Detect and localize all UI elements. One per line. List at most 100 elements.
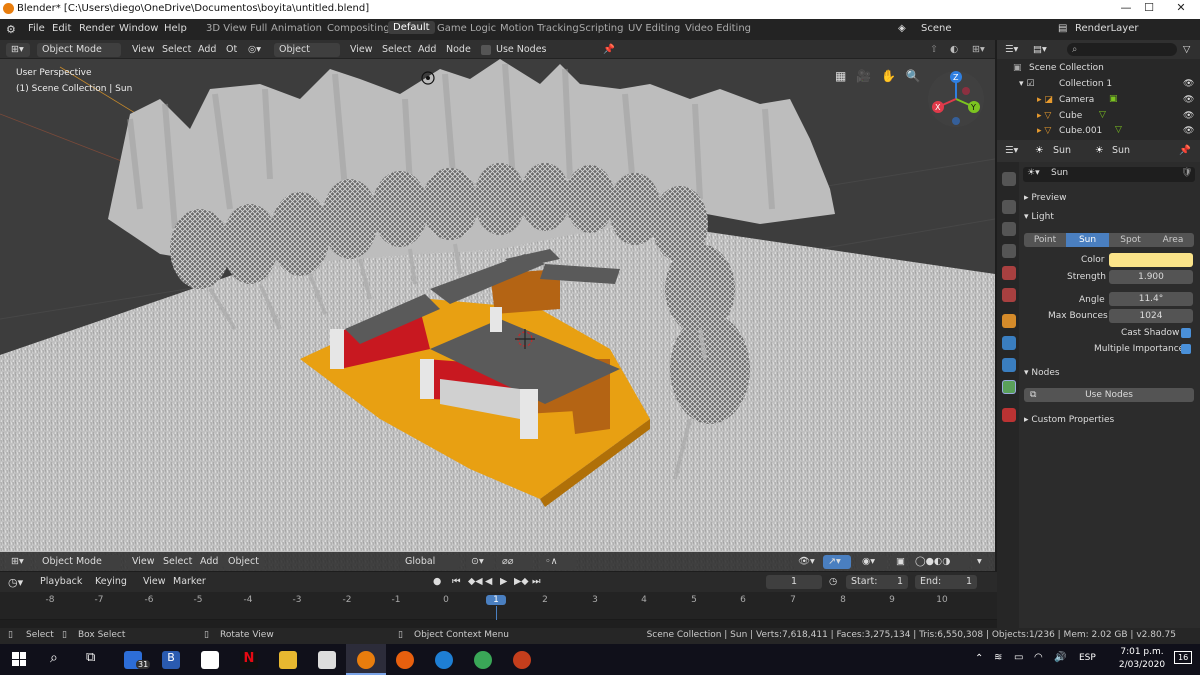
navigation-gizmo[interactable]: Z Y X [926, 69, 986, 129]
snap-button[interactable]: ⌀⌀ [497, 555, 533, 569]
add-menu-footer[interactable]: Add [195, 555, 224, 569]
language-indicator[interactable]: ESP [1079, 653, 1096, 663]
powerpoint-app-icon[interactable] [513, 651, 531, 669]
output-tab-icon[interactable] [1002, 222, 1016, 236]
angle-field[interactable]: 11.4° [1109, 292, 1193, 306]
menu-edit[interactable]: Edit [52, 23, 71, 34]
visibility-eye-icon[interactable]: 👁 [1183, 126, 1194, 136]
edge-app-icon[interactable] [435, 651, 453, 669]
object-dropdown[interactable]: Object [274, 43, 340, 57]
task-view-icon[interactable]: ⧉ [86, 650, 95, 665]
clock-icon[interactable]: ◷ [829, 576, 837, 587]
breadcrumb-object[interactable]: Sun [1053, 145, 1071, 156]
xray-toggle[interactable]: ▣ [891, 555, 907, 569]
menu-file[interactable]: File [28, 23, 45, 34]
object-menu-footer[interactable]: Object [223, 555, 264, 569]
tab-default[interactable]: Default [388, 21, 435, 34]
gizmo-toggle[interactable]: ↗▾ [823, 555, 851, 569]
editor-type-button[interactable]: ⊞▾ [6, 43, 30, 57]
light-type-spot[interactable]: Spot [1109, 233, 1152, 247]
render-tab-icon[interactable] [1002, 200, 1016, 214]
render-layer-name[interactable]: RenderLayer [1075, 23, 1138, 34]
document-app-icon[interactable] [201, 651, 219, 669]
search-icon[interactable]: ⌕ [50, 650, 58, 666]
netflix-app-icon[interactable]: N [240, 651, 258, 669]
chrome-app-icon[interactable] [474, 651, 492, 669]
object-tab-icon[interactable] [1002, 314, 1016, 328]
timeline-scrollbar[interactable] [0, 620, 1000, 628]
sidebar-toggle-icon[interactable]: ⊞▾ [972, 44, 985, 55]
jump-start-button[interactable]: ⏮ [452, 576, 461, 587]
keying-menu[interactable]: Keying [95, 576, 127, 587]
constraints-tab-icon[interactable] [1002, 358, 1016, 372]
scene-tab-icon[interactable] [1002, 266, 1016, 280]
zoom-icon[interactable]: 🔍 [906, 69, 921, 83]
tab-game-logic[interactable]: Game Logic [437, 23, 496, 34]
blender-menu-icon[interactable]: ⚙ [6, 23, 16, 36]
shading-modes[interactable]: ◯●◐◑ [910, 555, 970, 569]
light-color-swatch[interactable] [1109, 253, 1193, 267]
windows-start-icon[interactable] [12, 652, 26, 666]
tab-video-editing[interactable]: Video Editing [685, 23, 751, 34]
orientation-dropdown[interactable]: Global [400, 555, 460, 569]
tab-compositing[interactable]: Compositing [327, 23, 390, 34]
start-frame-field[interactable]: Start: 1 [846, 575, 908, 589]
close-button[interactable]: ✕ [1172, 1, 1190, 17]
use-nodes-button[interactable]: ⧉ Use Nodes [1024, 388, 1194, 402]
timeline-playhead[interactable]: 1 [486, 595, 506, 605]
mode-dropdown[interactable]: Object Mode [37, 43, 121, 57]
proportional-edit-button[interactable]: ◦∧ [540, 555, 576, 569]
file-explorer-icon[interactable] [279, 651, 297, 669]
bing-app-icon[interactable]: B [162, 651, 180, 669]
viewport-tool-icons[interactable]: ▦ 🎥 ✋ 🔍 [835, 69, 921, 83]
editor-type-node-icon[interactable]: ◎▾ [248, 44, 261, 55]
tab-scripting[interactable]: Scripting [579, 23, 623, 34]
outliner-item-cube[interactable]: Cube [1059, 111, 1082, 121]
outliner-collection-1[interactable]: Collection 1 [1059, 79, 1112, 89]
jump-end-button[interactable]: ⏭ [532, 576, 541, 587]
menu-help[interactable]: Help [164, 23, 187, 34]
volume-icon[interactable]: 🔊 [1054, 652, 1066, 663]
view-menu-timeline[interactable]: View [143, 576, 166, 587]
properties-editor-icon[interactable]: ☰▾ [1005, 145, 1018, 156]
outliner-item-cube001[interactable]: Cube.001 [1059, 126, 1102, 136]
light-type-sun[interactable]: Sun [1066, 233, 1109, 247]
tab-3d-view-full[interactable]: 3D View Full [206, 23, 267, 34]
wifi-icon[interactable]: ◠ [1034, 652, 1043, 663]
select-menu-footer[interactable]: Select [158, 555, 198, 569]
pivot-dropdown[interactable]: ⊙▾ [466, 555, 494, 569]
multiple-importance-checkbox[interactable] [1181, 344, 1191, 354]
3d-viewport[interactable]: User Perspective (1) Scene Collection | … [0, 59, 995, 571]
breadcrumb-data[interactable]: Sun [1112, 145, 1130, 156]
visibility-eye-icon[interactable]: 👁 [1183, 79, 1194, 89]
select-menu[interactable]: Select [162, 44, 191, 55]
maximize-button[interactable]: ☐ [1140, 1, 1158, 17]
minimize-button[interactable]: — [1117, 1, 1135, 17]
outliner-editor-icon[interactable]: ☰▾ [1005, 44, 1018, 55]
fake-user-icon[interactable]: 🛡 [1181, 168, 1192, 178]
node-menu[interactable]: Node [446, 44, 471, 55]
prev-keyframe-button[interactable]: ◆◀ [468, 576, 483, 587]
mode-dropdown-footer[interactable]: Object Mode [37, 555, 121, 569]
strength-field[interactable]: 1.900 [1109, 270, 1193, 284]
overlays-toggle[interactable]: ◉▾ [857, 555, 887, 569]
tab-motion-tracking[interactable]: Motion Tracking [500, 23, 579, 34]
pin-icon[interactable]: 📌 [603, 44, 615, 55]
datablock-selector[interactable]: ☀▾ Sun 🛡 [1023, 167, 1195, 182]
network-icon[interactable]: ≋ [994, 652, 1002, 663]
pin-icon[interactable]: 📌 [1179, 145, 1191, 156]
visibility-eye-icon[interactable]: 👁 [1183, 95, 1194, 105]
display-mode-icon[interactable]: ▤▾ [1033, 44, 1047, 55]
store-app-icon[interactable] [318, 651, 336, 669]
editor-type-button-2[interactable]: ⊞▾ [6, 555, 30, 569]
battery-icon[interactable]: ▭ [1014, 652, 1023, 663]
notification-center-icon[interactable]: 16 [1174, 651, 1193, 664]
scene-name[interactable]: Scene [921, 23, 952, 34]
world-tab-icon[interactable] [1002, 288, 1016, 302]
view-layer-tab-icon[interactable] [1002, 244, 1016, 258]
light-data-tab-icon[interactable] [1002, 380, 1016, 394]
grid-view-icon[interactable]: ▦ [835, 69, 846, 83]
select-menu-2[interactable]: Select [382, 44, 411, 55]
play-button[interactable]: ▶ [500, 576, 507, 587]
view-menu[interactable]: View [132, 44, 155, 55]
